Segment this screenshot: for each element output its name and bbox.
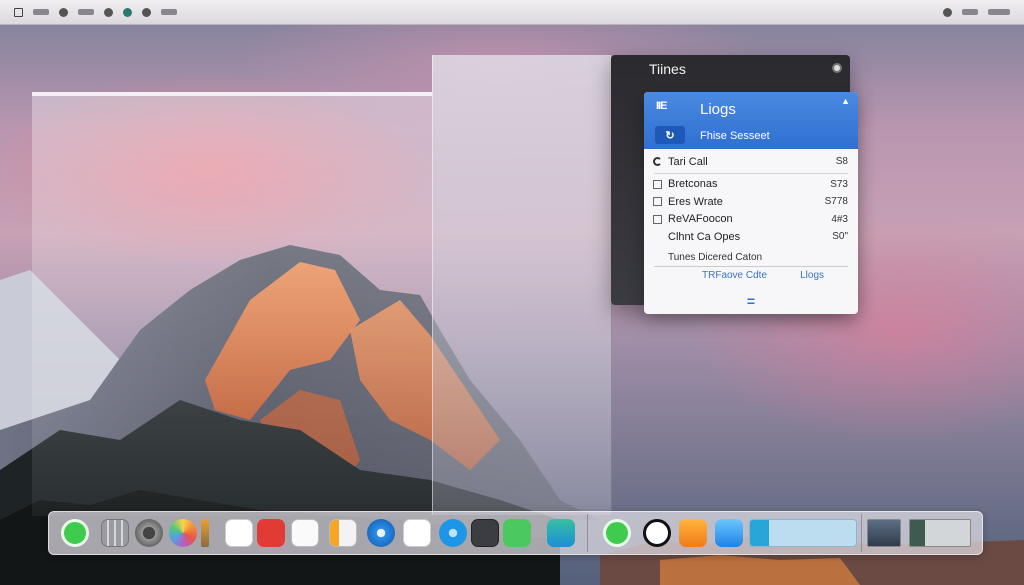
list-item[interactable]: Tari Call S8 (644, 153, 858, 171)
maps-icon[interactable] (547, 519, 575, 547)
finder-window-icon[interactable] (749, 519, 857, 547)
blank-icon (653, 232, 662, 241)
list-item-value: S8 (835, 156, 848, 168)
checkbox[interactable] (653, 197, 662, 207)
spreadsheet-icon[interactable] (329, 519, 357, 547)
menu-status-icon[interactable] (142, 7, 151, 17)
system-preferences-icon[interactable] (135, 519, 163, 547)
dock-separator (861, 514, 862, 552)
checkbox[interactable] (653, 214, 662, 224)
dock (48, 511, 983, 555)
background-window-left[interactable] (32, 92, 432, 516)
menu-item-icon[interactable] (33, 9, 49, 15)
preview-window-icon[interactable] (909, 519, 971, 547)
safari-icon[interactable] (439, 519, 467, 547)
facetime-icon[interactable] (503, 519, 531, 547)
app-store-icon[interactable] (225, 519, 253, 547)
list-item-label: ReVAFoocon (668, 213, 733, 226)
list-item-value: S73 (830, 178, 848, 190)
messages-icon[interactable] (61, 519, 89, 547)
clock-status-icon[interactable] (962, 9, 978, 15)
list-item[interactable]: Bretconas S73 (644, 176, 858, 194)
menu-status-icon[interactable] (104, 7, 113, 17)
divider (654, 172, 848, 174)
list-item[interactable]: Clhnt Ca Opes S0" (644, 228, 858, 246)
list-item-label: Eres Wrate (668, 195, 723, 208)
menu-status-icon[interactable] (123, 7, 132, 17)
window-control-icon[interactable] (832, 63, 842, 73)
pinwheel-icon[interactable] (201, 519, 209, 547)
menu-icon[interactable]: = (644, 281, 858, 309)
footer-link-left[interactable]: TRFaove Cdte (702, 270, 767, 281)
clock-icon[interactable] (643, 519, 671, 547)
refresh-button[interactable]: ↻ (655, 126, 685, 144)
blank-document-icon[interactable] (403, 519, 431, 547)
menu-item-icon[interactable] (161, 9, 177, 15)
list-item-label: Clhnt Ca Opes (668, 230, 741, 243)
photo-thumbnail-icon[interactable] (867, 519, 901, 547)
messages-icon-2[interactable] (603, 519, 631, 547)
battery-icon[interactable] (988, 9, 1010, 15)
spinner-icon (653, 157, 662, 167)
apple-menu-icon[interactable] (14, 7, 23, 17)
close-icon[interactable]: ▲ (841, 96, 850, 106)
footer-caption: Tunes Dicered Caton (668, 251, 763, 263)
logs-subtitle: Fhise Sesseet (700, 130, 770, 142)
list-item-value: S778 (824, 196, 848, 208)
menu-bar (0, 0, 1024, 25)
wifi-icon[interactable] (943, 7, 952, 17)
background-window-middle[interactable] (432, 55, 612, 515)
photos-icon[interactable] (169, 519, 197, 547)
app-badge-icon: IIE (656, 100, 667, 112)
mail-icon[interactable] (715, 519, 743, 547)
red-app-icon[interactable] (257, 519, 285, 547)
list-item[interactable]: ReVAFoocon 4#3 (644, 211, 858, 229)
menu-status-icon[interactable] (59, 7, 68, 17)
logs-list: Tari Call S8 Bretconas S73 Eres Wrate S7… (644, 149, 858, 246)
logs-panel[interactable]: IIE Liogs ▲ ↻ Fhise Sesseet Tari Call S8… (644, 92, 858, 314)
text-editor-icon[interactable] (291, 519, 319, 547)
logs-header: IIE Liogs ▲ ↻ Fhise Sesseet (644, 92, 858, 149)
pages-icon[interactable] (679, 519, 707, 547)
list-item-value: S0" (832, 231, 848, 243)
calculator-icon[interactable] (471, 519, 499, 547)
safari-compass-icon[interactable] (367, 519, 395, 547)
checkbox[interactable] (653, 179, 662, 189)
list-item-label: Bretconas (668, 178, 718, 191)
dock-separator (587, 514, 588, 552)
window-title: Tiines (649, 61, 686, 77)
menu-item-icon[interactable] (78, 9, 94, 15)
launchpad-icon[interactable] (101, 519, 129, 547)
list-item-label: Tari Call (668, 155, 708, 168)
logs-title: Liogs (700, 101, 736, 118)
footer-link-right[interactable]: Llogs (800, 270, 824, 281)
footer-links: TRFaove Cdte Llogs (644, 267, 858, 281)
list-item-value: 4#3 (831, 213, 848, 225)
list-item[interactable]: Eres Wrate S778 (644, 193, 858, 211)
